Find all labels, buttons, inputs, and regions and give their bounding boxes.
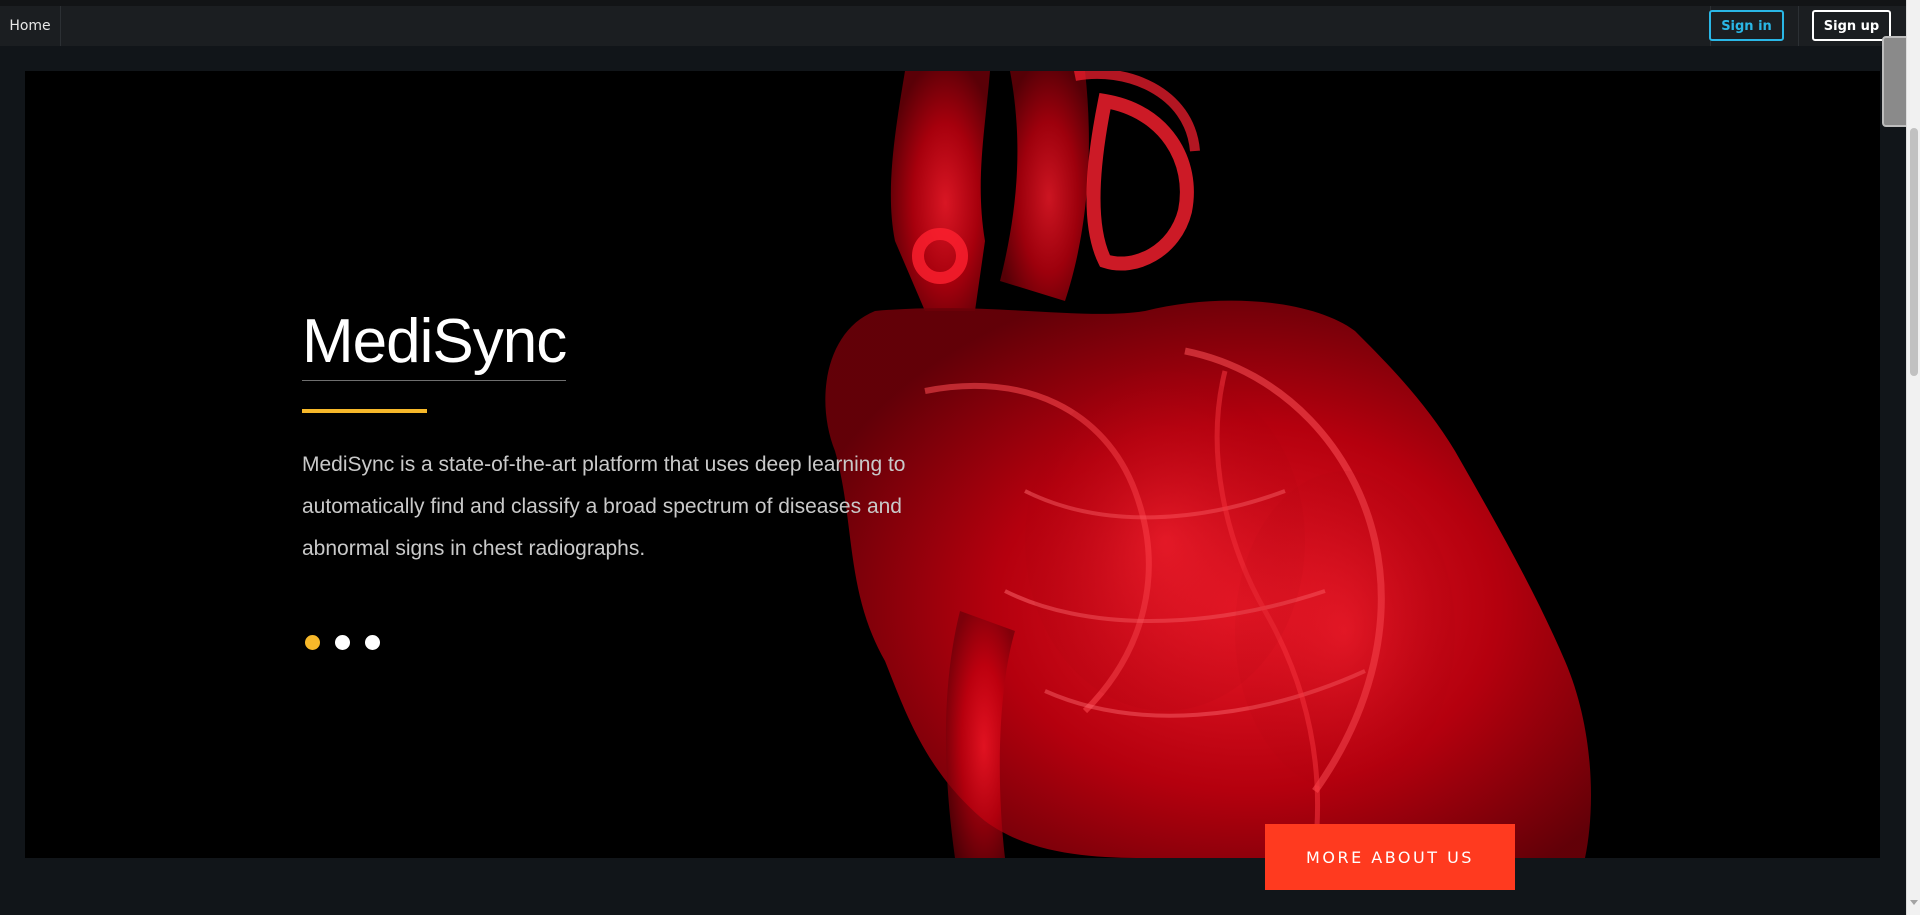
hero-banner: MediSync MediSync is a state-of-the-art … <box>25 71 1880 858</box>
top-navbar: Home Sign in Sign up <box>0 0 1906 46</box>
nav-home-link[interactable]: Home <box>0 6 61 46</box>
scroll-down-arrow-icon[interactable] <box>1910 900 1918 905</box>
nav-divider <box>1798 6 1799 46</box>
scrollbar-thumb[interactable] <box>1910 128 1918 376</box>
more-about-us-button[interactable]: MORE ABOUT US <box>1265 824 1515 890</box>
sign-up-button[interactable]: Sign up <box>1812 10 1891 41</box>
carousel-dot-2[interactable] <box>335 635 350 650</box>
title-underline-accent <box>302 409 427 413</box>
carousel-dot-1[interactable] <box>305 635 320 650</box>
sign-in-button[interactable]: Sign in <box>1709 10 1784 41</box>
carousel-dot-3[interactable] <box>365 635 380 650</box>
hero-description: MediSync is a state-of-the-art platform … <box>302 453 906 560</box>
page-scrollbar[interactable] <box>1906 0 1920 915</box>
hero-title: MediSync <box>302 304 567 381</box>
